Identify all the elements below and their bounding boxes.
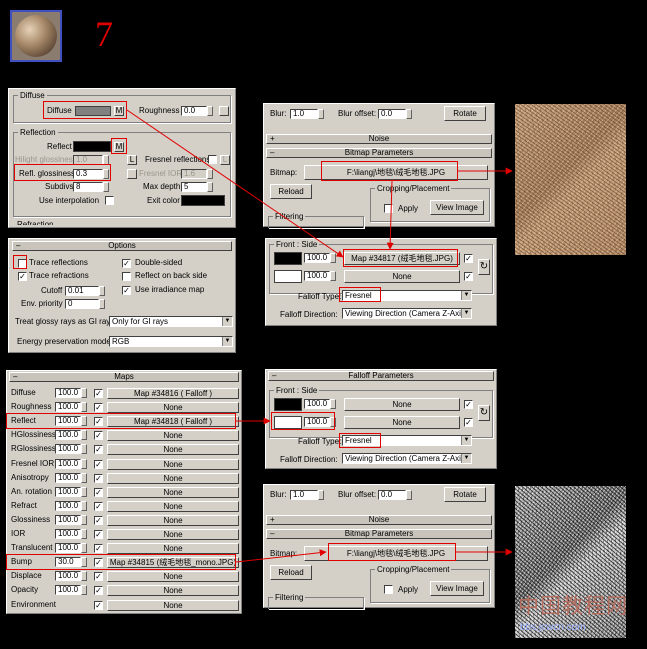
arrow-texture-to-falloff [386,180,394,250]
arrow-bump-to-bitmap2 [235,549,327,563]
annotation-arrows [126,109,513,563]
arrow-diffuse-to-falloff [126,109,344,258]
